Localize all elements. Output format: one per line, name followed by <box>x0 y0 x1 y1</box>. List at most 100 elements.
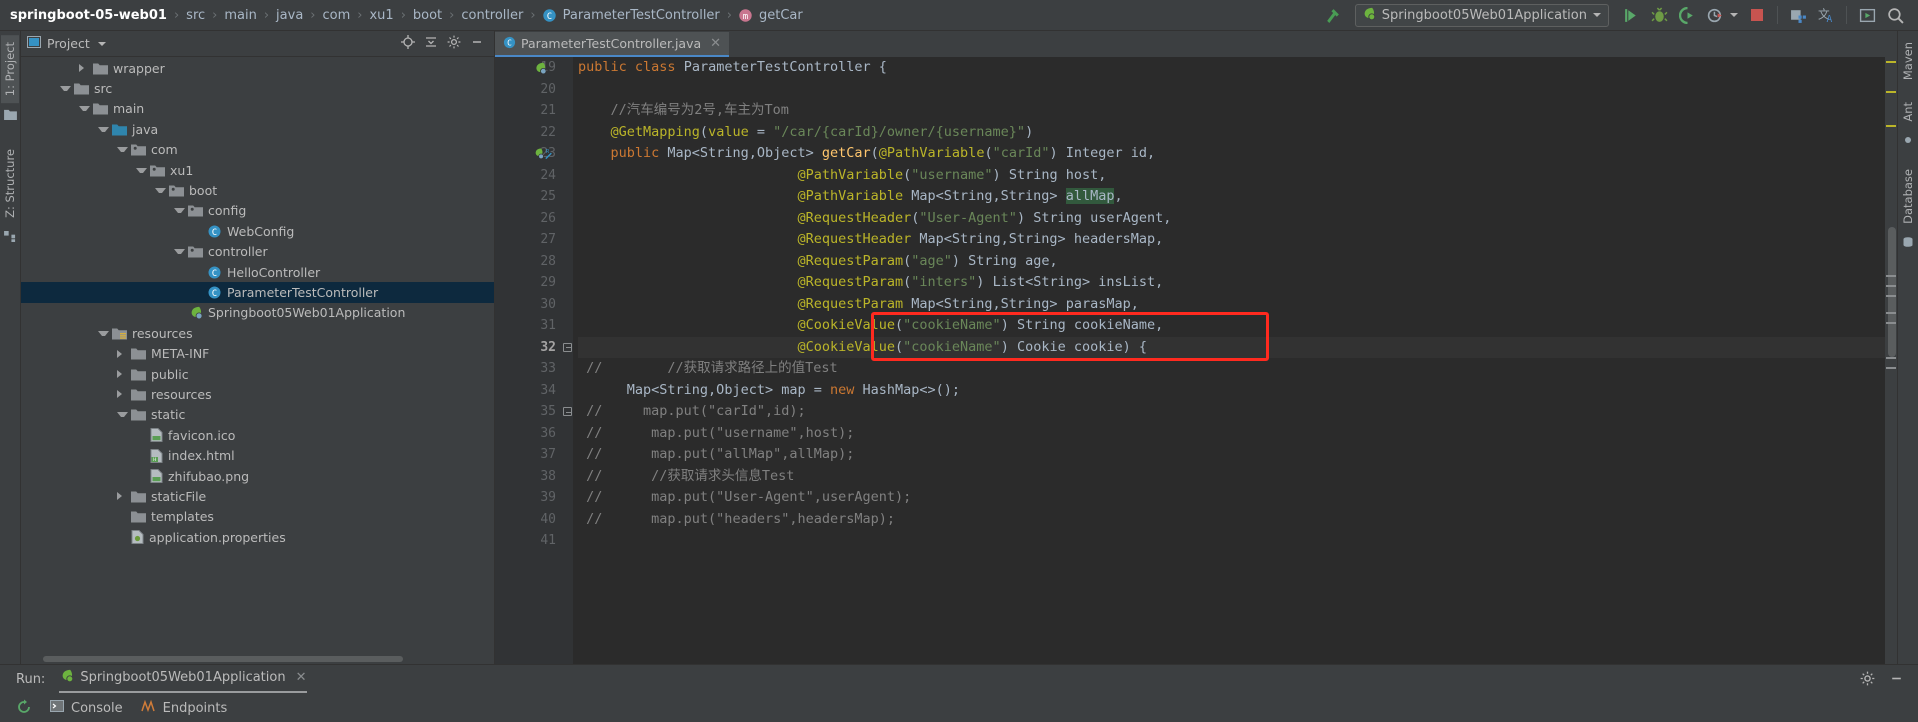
minimize-icon[interactable] <box>1889 671 1904 689</box>
run-anything-button[interactable] <box>1854 3 1880 27</box>
tree-node[interactable]: com <box>21 140 494 160</box>
code-line[interactable]: // //获取请求头信息Test <box>578 466 1885 488</box>
code-line[interactable]: //汽车编号为2号,车主为Tom <box>578 100 1885 122</box>
chevron-down-icon[interactable] <box>98 126 109 132</box>
editor-tab[interactable]: C ParameterTestController.java ✕ <box>495 32 730 57</box>
tree-node[interactable]: resources <box>21 384 494 404</box>
tree-node[interactable]: wrapper <box>21 58 494 78</box>
warning-marker[interactable] <box>1886 295 1896 297</box>
chevron-down-icon[interactable] <box>174 208 185 214</box>
chevron-down-icon[interactable] <box>1593 13 1601 17</box>
editor-gutter[interactable]: 19 20 21 22 23 R 24 25 26 27 28 29 30 31 32 33 34 35 36 37 3… <box>495 57 562 664</box>
chevron-right-icon[interactable] <box>117 370 128 379</box>
code-line[interactable]: @CookieValue("cookieName") Cookie cookie… <box>578 336 1885 358</box>
stop-button[interactable] <box>1744 3 1770 27</box>
crosshair-icon[interactable] <box>401 35 415 52</box>
chevron-down-icon[interactable] <box>97 41 106 46</box>
warning-marker[interactable] <box>1886 275 1896 277</box>
rerun-icon[interactable] <box>16 699 32 718</box>
editor-markers[interactable] <box>1885 57 1897 664</box>
chevron-down-icon[interactable] <box>98 330 109 336</box>
run-tab[interactable]: Springboot05Web01Application ✕ <box>59 667 307 693</box>
fold-marker[interactable] <box>563 342 572 352</box>
chevron-down-icon[interactable] <box>136 167 147 173</box>
warning-marker[interactable] <box>1886 285 1896 287</box>
sidebar-item-structure[interactable]: Z: Structure <box>1 142 19 225</box>
tree-node[interactable]: controller <box>21 242 494 262</box>
sidebar-item-maven[interactable]: Maven <box>1899 35 1917 87</box>
tree-node[interactable]: static <box>21 405 494 425</box>
tree-node[interactable]: resources <box>21 323 494 343</box>
tree-node[interactable]: favicon.ico <box>21 425 494 445</box>
vertical-scrollbar[interactable] <box>1888 227 1896 357</box>
breadcrumb-item[interactable]: src <box>185 8 206 23</box>
sidebar-item-ant[interactable]: Ant <box>1899 95 1917 129</box>
tree-node[interactable]: staticFile <box>21 486 494 506</box>
warning-marker[interactable] <box>1886 91 1896 93</box>
run-subtab-console[interactable]: Console <box>50 699 123 717</box>
tree-node[interactable]: config <box>21 201 494 221</box>
spring-bean-icon[interactable] <box>533 61 547 75</box>
search-everywhere-button[interactable] <box>1882 3 1908 27</box>
warning-marker[interactable] <box>1886 312 1896 314</box>
tree-node[interactable]: src <box>21 78 494 98</box>
folder-icon[interactable] <box>3 108 17 123</box>
code-line[interactable]: @PathVariable Map<String,String> allMap, <box>578 186 1885 208</box>
breadcrumb-item[interactable]: controller <box>460 8 524 23</box>
chevron-down-icon[interactable] <box>174 249 185 255</box>
chevron-down-icon[interactable] <box>60 86 71 92</box>
close-icon[interactable]: ✕ <box>296 670 307 685</box>
chevron-down-icon[interactable] <box>79 106 90 112</box>
breadcrumb-item[interactable]: java <box>275 8 304 23</box>
chevron-right-icon[interactable] <box>117 349 128 358</box>
tree-node[interactable]: C HelloController <box>21 262 494 282</box>
code-line[interactable]: @CookieValue("cookieName") String cookie… <box>578 315 1885 337</box>
tree-node[interactable]: C WebConfig <box>21 221 494 241</box>
code-line[interactable]: @PathVariable("username") String host, <box>578 165 1885 187</box>
tree-node[interactable]: main <box>21 99 494 119</box>
run-configuration-selector[interactable]: Springboot05Web01Application <box>1354 3 1609 27</box>
warning-marker[interactable] <box>1886 357 1896 359</box>
tree-node[interactable]: boot <box>21 180 494 200</box>
code-line[interactable]: public Map<String,Object> getCar(@PathVa… <box>578 143 1885 165</box>
tree-node[interactable]: Hindex.html <box>21 445 494 465</box>
warning-marker[interactable] <box>1886 367 1896 369</box>
code-line[interactable]: @RequestParam("age") String age, <box>578 251 1885 273</box>
code-line[interactable]: @RequestParam("inters") List<String> ins… <box>578 272 1885 294</box>
structure-icon[interactable] <box>3 230 17 245</box>
code-line[interactable]: @RequestHeader Map<String,String> header… <box>578 229 1885 251</box>
tree-node[interactable]: META-INF <box>21 343 494 363</box>
tree-node[interactable]: C ParameterTestController <box>21 282 494 303</box>
gear-icon[interactable] <box>1860 671 1875 689</box>
translate-button[interactable]: 文A <box>1813 3 1839 27</box>
debug-button[interactable] <box>1646 3 1672 27</box>
code-line[interactable]: // map.put("headers",headersMap); <box>578 509 1885 531</box>
chevron-right-icon[interactable] <box>79 64 90 73</box>
sidebar-item-project[interactable]: 1: Project <box>1 35 19 104</box>
code-line[interactable] <box>578 79 1885 101</box>
code-line[interactable]: public class ParameterTestController { <box>578 57 1885 79</box>
fold-column[interactable] <box>562 57 573 664</box>
build-project-button[interactable] <box>1320 3 1346 27</box>
run-with-coverage-button[interactable] <box>1674 3 1700 27</box>
tree-node[interactable]: application.properties <box>21 527 494 547</box>
tree-node[interactable]: java <box>21 119 494 139</box>
tree-node[interactable]: public <box>21 364 494 384</box>
chevron-down-icon[interactable] <box>117 147 128 153</box>
code-line[interactable] <box>578 530 1885 552</box>
code-line[interactable]: @RequestHeader("User-Agent") String user… <box>578 208 1885 230</box>
code-line[interactable]: // //获取请求路径上的值Test <box>578 358 1885 380</box>
code-line[interactable]: // map.put("User-Agent",userAgent); <box>578 487 1885 509</box>
tree-node[interactable]: Springboot05Web01Application <box>21 303 494 323</box>
warning-marker[interactable] <box>1886 61 1896 63</box>
database-icon[interactable] <box>1902 236 1914 251</box>
close-icon[interactable]: ✕ <box>710 36 721 51</box>
profiler-button[interactable] <box>1702 3 1728 27</box>
ant-icon[interactable] <box>1902 134 1914 149</box>
warning-marker[interactable] <box>1886 322 1896 324</box>
breadcrumb-item[interactable]: springboot-05-web01 <box>9 8 168 23</box>
code-line[interactable]: // map.put("username",host); <box>578 423 1885 445</box>
breadcrumb-item[interactable]: boot <box>412 8 443 23</box>
breadcrumb-item[interactable]: C ParameterTestController <box>542 8 721 23</box>
tree-node[interactable]: zhifubao.png <box>21 466 494 486</box>
